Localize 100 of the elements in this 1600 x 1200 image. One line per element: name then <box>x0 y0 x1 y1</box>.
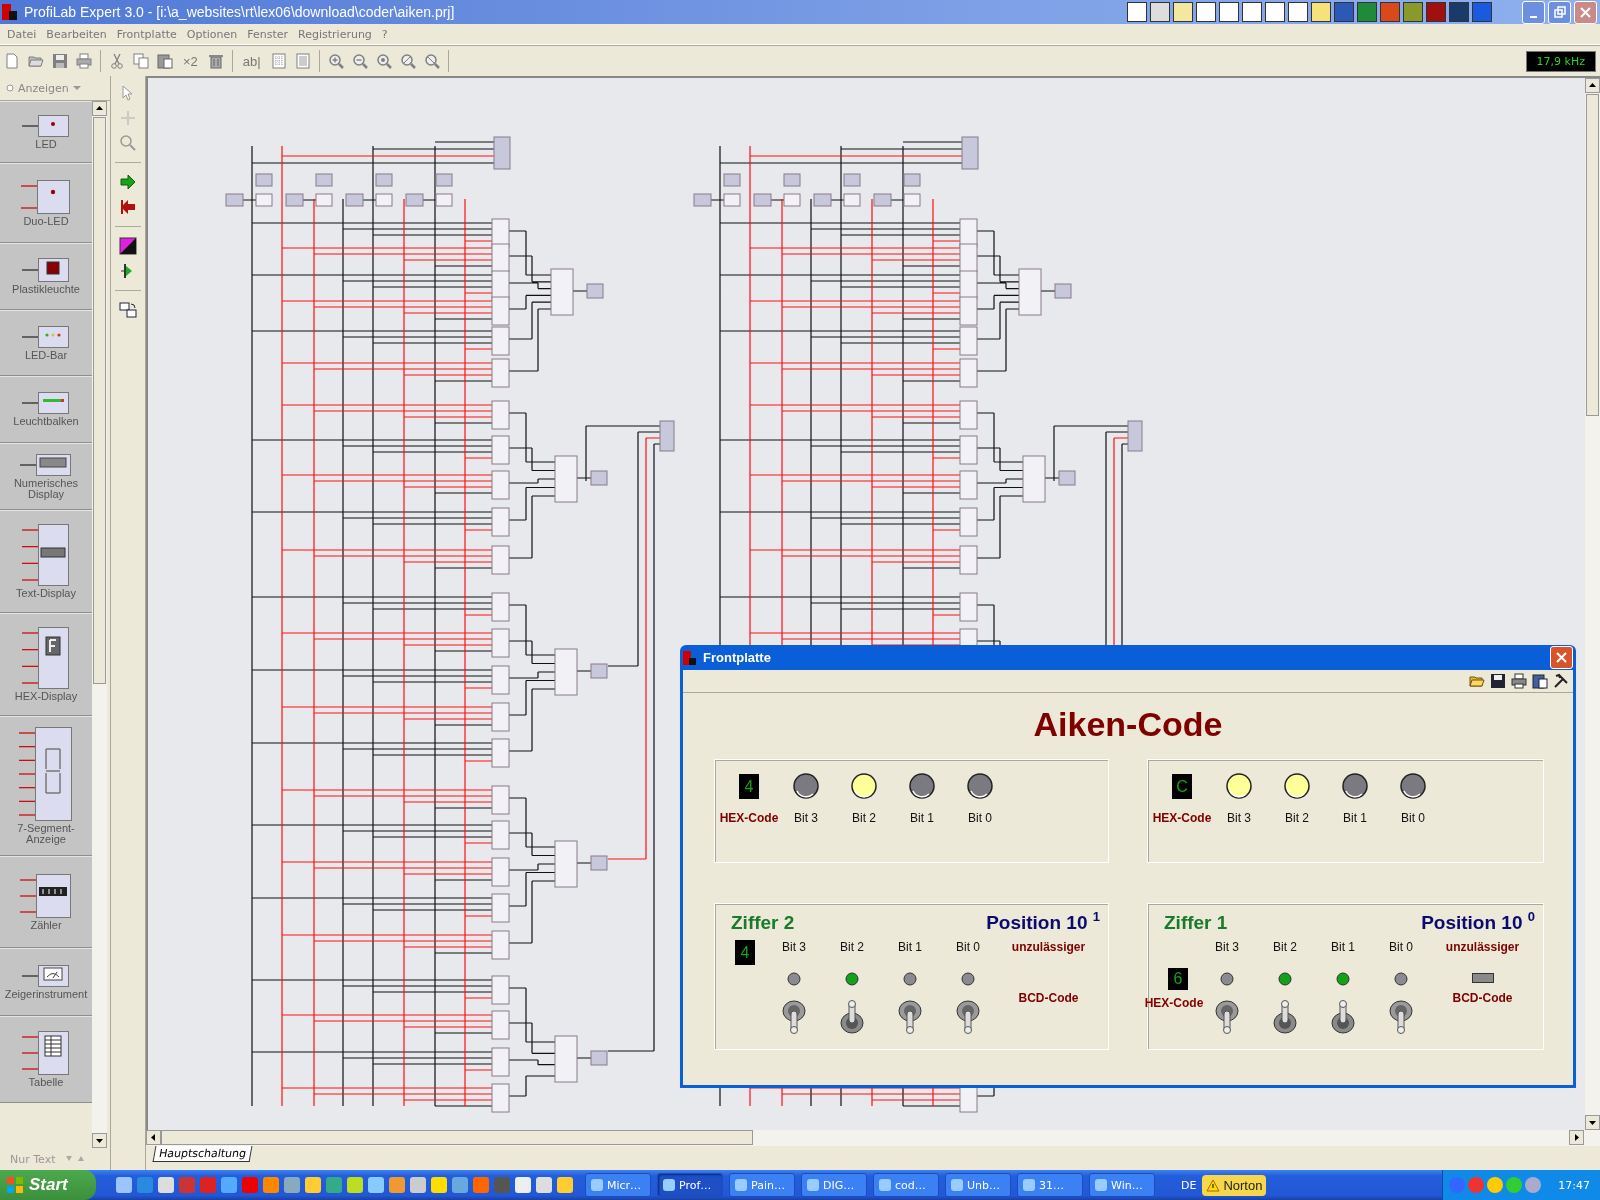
radio-icon[interactable] <box>6 84 14 92</box>
printer-icon[interactable] <box>1511 673 1527 689</box>
category-label: Anzeigen <box>18 81 69 95</box>
magnifier-icon[interactable] <box>119 134 137 152</box>
palette-item[interactable]: Leuchtbalken <box>0 376 92 443</box>
toggle-switch[interactable] <box>1330 999 1356 1035</box>
hi-lo-icon[interactable] <box>119 237 137 255</box>
taskbar-button[interactable]: Unb… <box>945 1173 1011 1197</box>
swap-windows-icon[interactable] <box>119 301 137 319</box>
menu-item[interactable]: Optionen <box>181 27 243 41</box>
menu-item[interactable]: Datei <box>2 27 42 41</box>
palette-item[interactable]: Zeigerinstrument <box>0 948 92 1016</box>
toggle-switch[interactable] <box>839 999 865 1035</box>
scrollbar-thumb[interactable] <box>1586 94 1599 416</box>
new-file-icon[interactable] <box>4 53 20 69</box>
quick-launch-icon[interactable] <box>1219 2 1239 22</box>
zoom-all-icon[interactable] <box>423 53 440 69</box>
close-button[interactable] <box>1550 646 1573 669</box>
quick-launch-icon[interactable] <box>1288 2 1308 22</box>
toggle-switch[interactable] <box>1272 999 1298 1035</box>
quick-launch-icon[interactable] <box>1196 2 1216 22</box>
taskbar-button[interactable]: Micr… <box>585 1173 651 1197</box>
tools-icon[interactable] <box>1553 673 1569 689</box>
copy-icon[interactable] <box>133 53 149 69</box>
inverter-symbol <box>315 193 333 207</box>
trash-icon[interactable] <box>207 53 224 69</box>
folder-icon[interactable] <box>1469 673 1485 689</box>
bit-label: Bit 3 <box>794 811 818 825</box>
tray-icon[interactable] <box>1506 1177 1523 1193</box>
clock: 17:47 <box>1558 1178 1590 1192</box>
toolbar-button[interactable]: ab| <box>240 51 263 71</box>
taskbar-button[interactable]: DIG… <box>801 1173 867 1197</box>
zoom-in-icon[interactable] <box>327 53 344 69</box>
antivirus-tray-button[interactable]: Norton <box>1202 1174 1267 1196</box>
sheet-tab[interactable]: Hauptschaltung <box>152 1146 253 1162</box>
palette-item[interactable]: LED-Bar <box>0 310 92 376</box>
menu-item[interactable]: Registrierung <box>293 27 377 41</box>
palette-item[interactable]: 7-Segment-Anzeige <box>0 716 92 856</box>
clipboard-icon[interactable] <box>157 53 173 69</box>
scroll-down-icon[interactable] <box>1585 1115 1600 1130</box>
palette-item[interactable]: Zähler <box>0 856 92 948</box>
scissors-icon[interactable] <box>109 53 125 69</box>
quick-launch-icon[interactable] <box>1242 2 1262 22</box>
clipboard-icon[interactable] <box>1532 673 1548 689</box>
toggle-switch[interactable] <box>1388 999 1414 1035</box>
bit-label: Bit 1 <box>910 811 934 825</box>
left-arrow-to-bar-icon[interactable] <box>119 198 137 216</box>
zoom-out-icon[interactable] <box>351 53 368 69</box>
palette-item[interactable]: Plastikleuchte <box>0 243 92 310</box>
taskbar-button[interactable]: Pain… <box>729 1173 795 1197</box>
quick-launch-icon[interactable] <box>1265 2 1285 22</box>
tray-icon[interactable] <box>1525 1177 1542 1193</box>
close-icon[interactable] <box>1578 4 1593 20</box>
document-icon[interactable] <box>294 53 311 69</box>
palette-item[interactable]: Numerisches Display <box>0 443 92 510</box>
taskbar-button[interactable]: cod… <box>873 1173 939 1197</box>
scroll-right-icon[interactable] <box>1569 1130 1584 1145</box>
palette-item[interactable]: Tabelle <box>0 1016 92 1103</box>
digit-title: Ziffer 2 <box>731 912 795 934</box>
palette-item[interactable]: Text-Display <box>0 510 92 613</box>
scroll-down-icon[interactable] <box>92 1133 107 1148</box>
toggle-switch[interactable] <box>897 999 923 1035</box>
palette-item[interactable]: LED <box>0 101 92 163</box>
toolbar-button[interactable]: ×2 <box>181 51 200 71</box>
menu-item[interactable]: Frontplatte <box>111 27 182 41</box>
scrollbar-thumb[interactable] <box>93 117 106 684</box>
menu-item[interactable]: Bearbeiten <box>41 27 112 41</box>
tray-icon[interactable] <box>1468 1177 1485 1193</box>
component-symbol-icon <box>20 1031 72 1075</box>
language-indicator[interactable]: DE <box>1181 1178 1197 1192</box>
restore-icon[interactable] <box>1552 4 1567 20</box>
toggle-switch[interactable] <box>781 999 807 1035</box>
taskbar-button[interactable]: 31… <box>1017 1173 1083 1197</box>
start-button[interactable]: Start <box>0 1170 96 1200</box>
menu-item[interactable]: ? <box>376 27 393 41</box>
palette-item[interactable]: HEX-Display <box>0 613 92 716</box>
component-symbol-icon <box>19 179 73 214</box>
magnifier-icon[interactable] <box>375 53 392 69</box>
scroll-left-icon[interactable] <box>146 1130 161 1145</box>
folder-icon[interactable] <box>28 53 44 69</box>
quick-launch-icon[interactable] <box>1311 2 1331 22</box>
grid-icon[interactable] <box>270 53 287 69</box>
taskbar-button[interactable]: Win… <box>1089 1173 1155 1197</box>
bit-label: Bit 0 <box>1401 811 1425 825</box>
logic-gate-symbol <box>491 820 510 850</box>
switch-symbol <box>285 193 304 207</box>
quick-launch-icon[interactable] <box>1173 2 1193 22</box>
menu-item[interactable]: Fenster <box>242 27 294 41</box>
toggle-switch[interactable] <box>1214 999 1240 1035</box>
scrollbar-thumb[interactable] <box>161 1130 753 1145</box>
taskbar-button[interactable]: Prof… <box>657 1173 723 1197</box>
quick-launch-icon[interactable] <box>1150 2 1170 22</box>
right-arrow-icon[interactable] <box>119 173 137 191</box>
zoom-area-icon[interactable] <box>399 53 416 69</box>
toggle-switch[interactable] <box>955 999 981 1035</box>
scroll-up-icon[interactable] <box>1585 78 1600 93</box>
palette-item[interactable]: Duo-LED <box>0 163 92 243</box>
quick-launch-icon[interactable] <box>1127 2 1147 22</box>
tray-icon[interactable] <box>1487 1177 1504 1193</box>
scroll-up-icon[interactable] <box>92 101 107 116</box>
